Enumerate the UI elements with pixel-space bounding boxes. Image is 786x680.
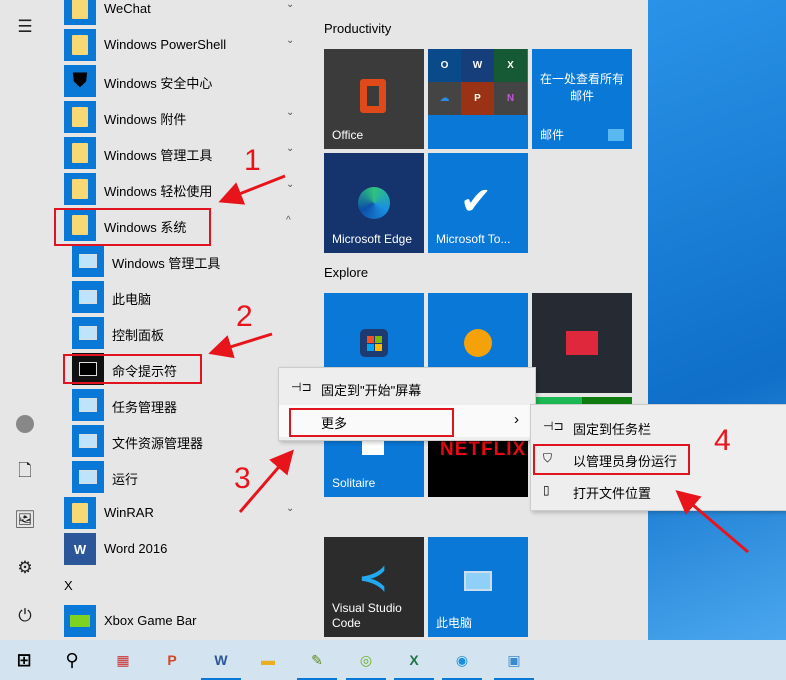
windows-start-icon[interactable]: ⊞	[4, 644, 44, 676]
annotation-arrows	[208, 174, 749, 554]
excel-icon[interactable]: X	[394, 644, 434, 680]
file-explorer-icon[interactable]: ▬	[248, 644, 288, 676]
powerpoint-icon[interactable]: P	[152, 644, 192, 676]
app-icon-input-method[interactable]: ▦	[103, 644, 143, 676]
taskbar: ⊞ ⚲ ▦ P W ▬ ✎ ◎ X ◉ ▣	[0, 640, 786, 680]
browser-icon[interactable]: ◎	[346, 644, 386, 680]
word-icon[interactable]: W	[201, 644, 241, 680]
arrow-3	[238, 449, 294, 513]
notepad-icon[interactable]: ✎	[297, 644, 337, 680]
control-panel-icon[interactable]: ▣	[494, 644, 534, 680]
arrow-4	[675, 490, 749, 554]
search-icon[interactable]: ⚲	[52, 644, 92, 676]
edge-icon[interactable]: ◉	[442, 644, 482, 680]
arrow-2	[208, 332, 273, 359]
arrow-1	[218, 174, 286, 205]
